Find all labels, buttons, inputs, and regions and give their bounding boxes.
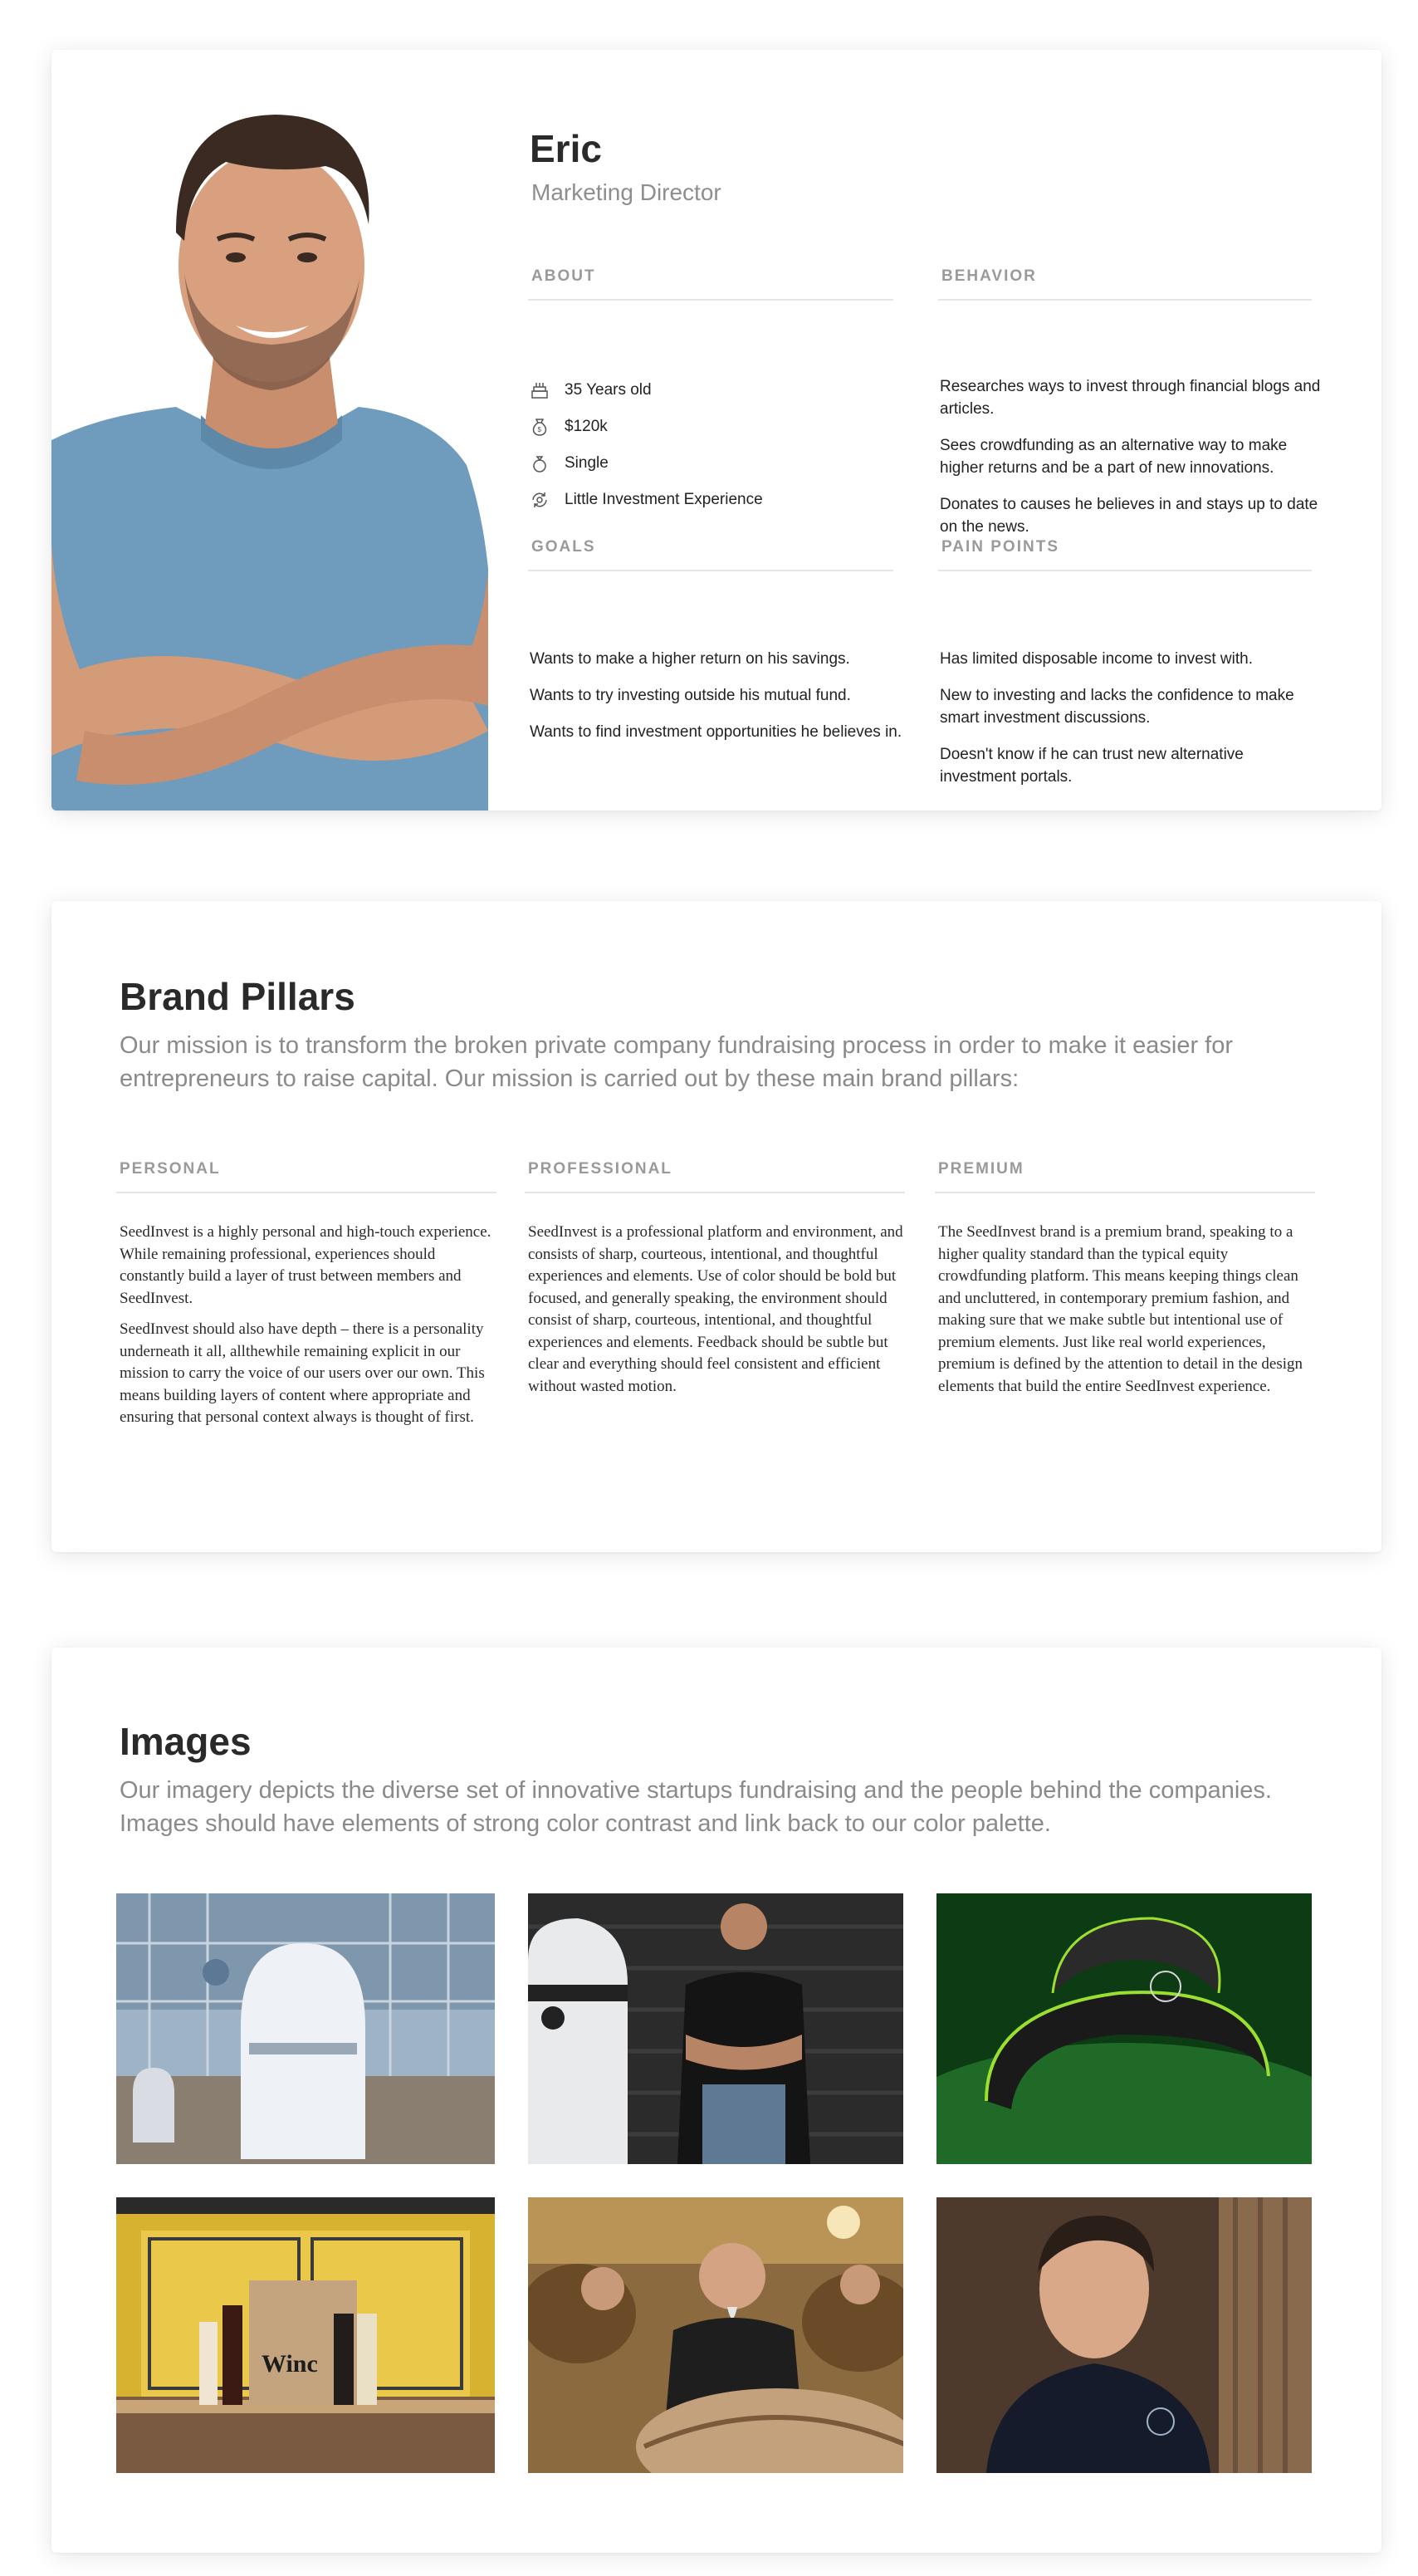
about-item-income: $ $120k bbox=[530, 409, 763, 445]
pain-points-label: PAIN POINTS bbox=[941, 538, 1059, 556]
goals-list: Wants to make a higher return on his sav… bbox=[530, 648, 903, 757]
pillar-divider bbox=[525, 1192, 905, 1193]
about-item-experience: Little Investment Experience bbox=[530, 482, 763, 518]
pain-points-item: Doesn't know if he can trust new alterna… bbox=[940, 746, 1244, 786]
goals-item: Wants to make a higher return on his sav… bbox=[530, 650, 850, 668]
pain-points-divider bbox=[938, 570, 1312, 571]
persona-portrait bbox=[51, 50, 488, 811]
behavior-item: Sees crowdfunding as an alternative way … bbox=[940, 437, 1288, 477]
persona-card: Eric Marketing Director ABOUT 35 Years o… bbox=[51, 50, 1381, 811]
about-item-text: Little Investment Experience bbox=[565, 491, 763, 508]
pillar-text-personal: SeedInvest is a highly personal and high… bbox=[120, 1222, 501, 1438]
behavior-item: Donates to causes he believes in and sta… bbox=[940, 496, 1318, 536]
photo-entrepreneur-portrait bbox=[936, 2197, 1312, 2473]
photo-green-headset-device bbox=[936, 1893, 1312, 2164]
about-list: 35 Years old $ $120k Single Little Inves… bbox=[530, 372, 763, 518]
wine-box-label: Winc bbox=[262, 2350, 318, 2378]
pillar-text-premium: The SeedInvest brand is a premium brand,… bbox=[938, 1222, 1320, 1407]
goals-label: GOALS bbox=[531, 538, 596, 556]
persona-role: Marketing Director bbox=[531, 179, 721, 205]
about-label: ABOUT bbox=[531, 267, 596, 285]
behavior-list: Researches ways to invest through financ… bbox=[940, 375, 1330, 552]
goals-item: Wants to find investment opportunities h… bbox=[530, 723, 902, 741]
persona-name: Eric bbox=[530, 127, 602, 170]
about-divider bbox=[528, 299, 893, 301]
birthday-cake-icon bbox=[530, 380, 565, 400]
pain-points-item: New to investing and lacks the confidenc… bbox=[940, 687, 1294, 727]
investment-cycle-icon bbox=[530, 490, 565, 510]
photo-security-robot-airport bbox=[116, 1893, 495, 2164]
behavior-divider bbox=[938, 299, 1312, 301]
about-item-status: Single bbox=[530, 445, 763, 482]
pain-points-item: Has limited disposable income to invest … bbox=[940, 650, 1254, 668]
pillar-divider bbox=[116, 1192, 496, 1193]
brand-pillars-card: Brand Pillars Our mission is to transfor… bbox=[51, 901, 1381, 1552]
money-bag-icon: $ bbox=[530, 417, 565, 437]
images-description: Our imagery depicts the diverse set of i… bbox=[120, 1777, 1272, 1837]
pillar-divider bbox=[935, 1192, 1315, 1193]
about-item-text: 35 Years old bbox=[565, 381, 652, 399]
about-item-text: $120k bbox=[565, 418, 608, 435]
about-item-age: 35 Years old bbox=[530, 372, 763, 409]
brand-pillars-title: Brand Pillars bbox=[120, 975, 355, 1018]
photo-robot-with-founder bbox=[528, 1893, 903, 2164]
pillar-paragraph: SeedInvest should also have depth – ther… bbox=[120, 1320, 485, 1426]
pillar-text-professional: SeedInvest is a professional platform an… bbox=[528, 1222, 910, 1407]
svg-text:$: $ bbox=[538, 426, 542, 433]
pillar-label-premium: PREMIUM bbox=[938, 1160, 1024, 1178]
images-card: Images Our imagery depicts the diverse s… bbox=[51, 1648, 1381, 2553]
pillar-label-personal: PERSONAL bbox=[120, 1160, 221, 1178]
behavior-label: BEHAVIOR bbox=[941, 267, 1037, 285]
pillar-paragraph: SeedInvest is a professional platform an… bbox=[528, 1223, 903, 1395]
images-title: Images bbox=[120, 1720, 252, 1763]
about-item-text: Single bbox=[565, 454, 609, 472]
pain-points-list: Has limited disposable income to invest … bbox=[940, 648, 1313, 802]
photo-wine-box-window: Winc bbox=[116, 2197, 495, 2473]
pillar-paragraph: SeedInvest is a highly personal and high… bbox=[120, 1223, 491, 1307]
photo-winemaker-barrels bbox=[528, 2197, 903, 2473]
pillar-label-professional: PROFESSIONAL bbox=[528, 1160, 672, 1178]
ring-icon bbox=[530, 453, 565, 473]
brand-pillars-description: Our mission is to transform the broken p… bbox=[120, 1032, 1234, 1092]
pillar-paragraph: The SeedInvest brand is a premium brand,… bbox=[938, 1223, 1303, 1395]
goals-item: Wants to try investing outside his mutua… bbox=[530, 687, 851, 704]
behavior-item: Researches ways to invest through financ… bbox=[940, 378, 1321, 418]
goals-divider bbox=[528, 570, 893, 571]
